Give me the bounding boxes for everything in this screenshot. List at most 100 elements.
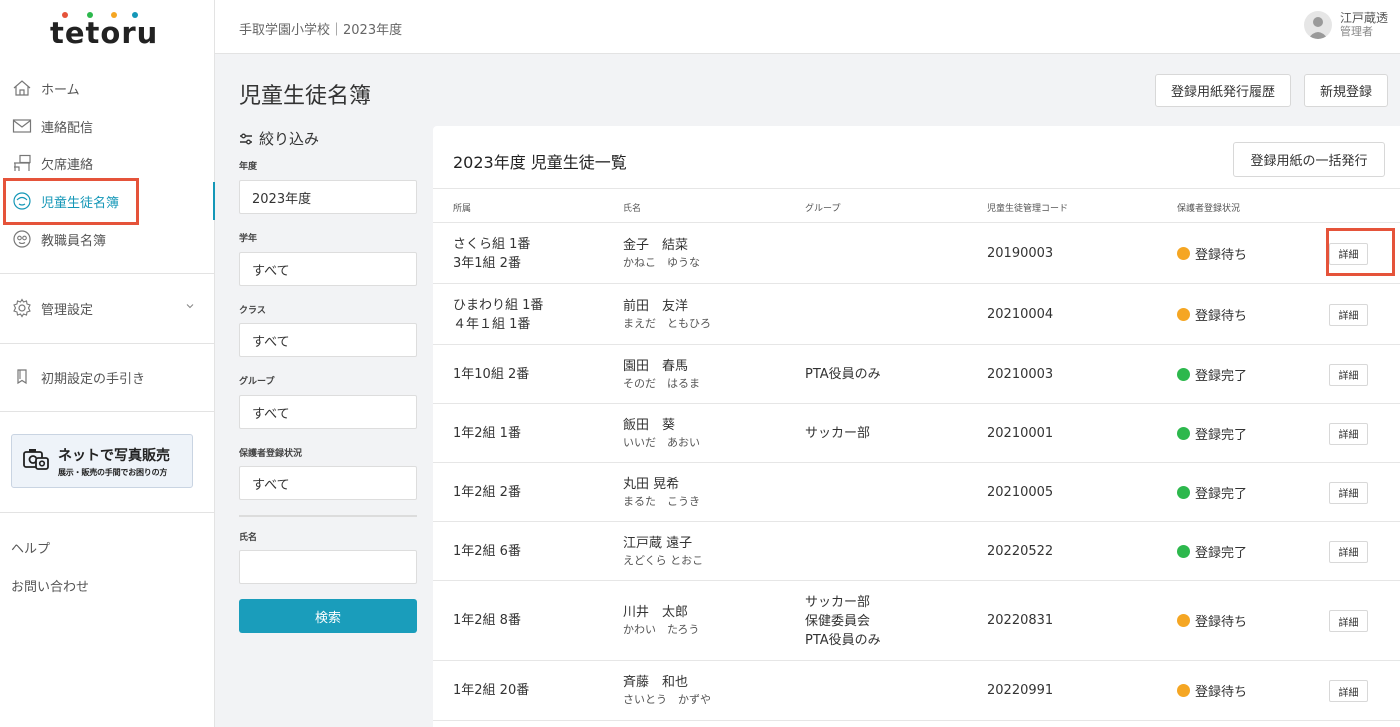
sidebar-item-students[interactable]: 児童生徒名簿: [0, 182, 215, 220]
student-code: 20210003: [987, 366, 1054, 382]
new-registration-button[interactable]: 新規登録: [1304, 74, 1388, 107]
group-cell: サッカー部: [805, 424, 870, 443]
affiliation-primary: 1年2組 8番: [453, 613, 521, 628]
affiliation-secondary: 3年1組 2番: [453, 255, 521, 271]
detail-button[interactable]: 詳細: [1329, 680, 1368, 702]
year-select[interactable]: 2023年度: [239, 180, 417, 214]
detail-button[interactable]: 詳細: [1329, 610, 1368, 632]
staff-icon: [11, 229, 33, 249]
student-name-kana: いいだ あおい: [623, 435, 700, 449]
detail-button[interactable]: 詳細: [1329, 363, 1368, 386]
guardian-status: 登録待ち: [1177, 611, 1247, 630]
status-dot-icon: [1177, 367, 1190, 381]
registration-history-button[interactable]: 登録用紙発行履歴: [1155, 74, 1291, 107]
student-name: 川井 太郎: [623, 605, 689, 620]
sidebar-item-label: 欠席連絡: [41, 157, 94, 173]
status-dot-icon: [1177, 246, 1190, 260]
chevron-down-icon: [185, 300, 195, 315]
affiliation-primary: 1年2組 1番: [453, 425, 521, 441]
class-label: クラス: [239, 306, 266, 316]
mail-icon: [11, 116, 33, 136]
sidebar-item-home[interactable]: ホーム: [0, 69, 215, 107]
student-name: 金子 結菜: [623, 237, 689, 253]
guardian-status-select[interactable]: すべて: [239, 466, 417, 500]
affiliation-primary: 1年2組 6番: [453, 543, 521, 559]
bulk-issue-button[interactable]: 登録用紙の一括発行: [1233, 142, 1385, 177]
affiliation-primary: ひまわり組 1番: [453, 297, 544, 313]
name-input[interactable]: [239, 550, 417, 584]
class-select[interactable]: すべて: [239, 323, 417, 357]
table-row[interactable]: 1年2組 20番 斉藤 和也 さいとう かずや 20220991 登録待ち 詳細: [433, 661, 1400, 721]
table-row[interactable]: 1年2組 2番 丸田 晃希 まるた こうき 20210005 登録完了 詳細: [433, 463, 1400, 522]
table-row[interactable]: 1年2組 6番 江戸蔵 遠子 えどくら とおこ 20220522 登録完了 詳細: [433, 522, 1400, 581]
table-row[interactable]: ひまわり組 1番 ４年１組 1番 前田 友洋 まえだ ともひろ 20210004 登録待ち…: [433, 284, 1400, 345]
name-cell: 飯田 葵いいだ あおい: [623, 416, 700, 450]
group-label: グループ: [239, 377, 275, 387]
affiliation-cell: 1年2組 20番: [453, 681, 529, 700]
filter-title: 絞り込み: [259, 130, 320, 148]
status-dot-icon: [1177, 684, 1190, 697]
photo-icon: [22, 446, 50, 476]
column-header-affiliation[interactable]: 所属: [453, 201, 471, 214]
student-name-kana: えどくら とおこ: [623, 553, 704, 567]
sidebar-item-setup-guide[interactable]: 初期設定の手引き: [0, 358, 215, 396]
user-menu[interactable]: 江戸蔵透 管理者: [1303, 11, 1388, 39]
table-row[interactable]: 1年10組 2番 園田 春馬 そのだ はるま PTA役員のみ 20210003 登録完了 詳…: [433, 345, 1400, 404]
column-header-group[interactable]: グループ: [805, 201, 840, 214]
grade-select[interactable]: すべて: [239, 252, 417, 286]
detail-button[interactable]: 詳細: [1329, 303, 1368, 326]
column-header-code[interactable]: 児童生徒管理コード: [987, 201, 1068, 214]
status-text: 登録完了: [1195, 368, 1248, 384]
detail-button[interactable]: 詳細: [1329, 481, 1368, 504]
sidebar-item-label: 初期設定の手引き: [41, 371, 146, 387]
tetoru-logo[interactable]: tetoru: [50, 12, 170, 50]
sidebar-item-label: 児童生徒名簿: [41, 195, 120, 211]
photo-sales-banner[interactable]: ネットで写真販売 展示・販売の手間でお困りの方: [11, 434, 193, 488]
search-button[interactable]: 検索: [239, 599, 417, 633]
school-name: 手取学園小学校｜2023年度: [239, 23, 403, 38]
sidebar-item-messages[interactable]: 連絡配信: [0, 107, 215, 145]
name-cell: 丸田 晃希 まるた こうき: [623, 475, 700, 509]
sidebar-item-label: 管理設定: [41, 302, 94, 318]
sidebar-item-staff[interactable]: 教職員名簿: [0, 220, 215, 258]
column-header-name[interactable]: 氏名: [623, 201, 641, 214]
detail-button[interactable]: 詳細: [1329, 422, 1368, 445]
guardian-status: 登録完了: [1177, 483, 1247, 502]
table-row[interactable]: 1年2組 8番 川井 太郎かわい たろう サッカー部 保健委員会 PTA役員のみ 2022…: [433, 581, 1400, 661]
table-row[interactable]: 1年2組 1番 飯田 葵いいだ あおい サッカー部 20210001 登録完了 詳細: [433, 404, 1400, 463]
status-text: 登録完了: [1195, 427, 1248, 443]
name-label: 氏名: [239, 533, 258, 543]
filter-panel: 絞り込み 年度 2023年度 学年 すべて クラス すべて グループ すべて 保…: [239, 128, 417, 633]
name-cell: 川井 太郎かわい たろう: [623, 603, 699, 637]
status-text: 登録完了: [1195, 545, 1248, 561]
detail-button[interactable]: 詳細: [1329, 242, 1368, 265]
table-row[interactable]: さくら組 1番 3年1組 2番 金子 結菜 かねこ ゆうな 20190003 登録待ち 詳細: [433, 223, 1400, 284]
affiliation-cell: ひまわり組 1番 ４年１組 1番: [453, 296, 543, 334]
logo-text: tetoru: [50, 16, 159, 50]
student-code: 20190003: [987, 245, 1054, 261]
group-select[interactable]: すべて: [239, 395, 417, 429]
page-title: 児童生徒名簿: [239, 84, 372, 109]
sidebar-item-absence[interactable]: 欠席連絡: [0, 144, 215, 182]
guardian-status: 登録待ち: [1177, 305, 1247, 324]
contact-link[interactable]: お問い合わせ: [11, 576, 89, 595]
filter-divider: [239, 515, 417, 517]
guardian-status-label: 保護者登録状況: [239, 449, 303, 459]
status-text: 登録待ち: [1195, 615, 1248, 630]
status-dot-icon: [1177, 485, 1190, 499]
student-code: 20210005: [987, 484, 1054, 500]
student-code: 20220831: [987, 613, 1054, 628]
student-name: 前田 友洋: [623, 298, 689, 314]
group-item: PTA役員のみ: [805, 632, 881, 648]
affiliation-primary: さくら組 1番: [453, 236, 531, 252]
affiliation-cell: 1年10組 2番: [453, 365, 529, 384]
student-name-kana: かわい たろう: [623, 623, 700, 636]
help-link[interactable]: ヘルプ: [11, 538, 50, 557]
affiliation-cell: 1年2組 2番: [453, 483, 521, 502]
detail-button[interactable]: 詳細: [1329, 540, 1368, 563]
name-cell: 金子 結菜 かねこ ゆうな: [623, 236, 700, 270]
column-header-guardian-status[interactable]: 保護者登録状況: [1177, 201, 1240, 214]
sidebar-item-admin-settings[interactable]: 管理設定: [0, 289, 215, 327]
student-name-kana: まるた こうき: [623, 494, 700, 508]
group-cell: サッカー部 保健委員会 PTA役員のみ: [805, 593, 881, 650]
